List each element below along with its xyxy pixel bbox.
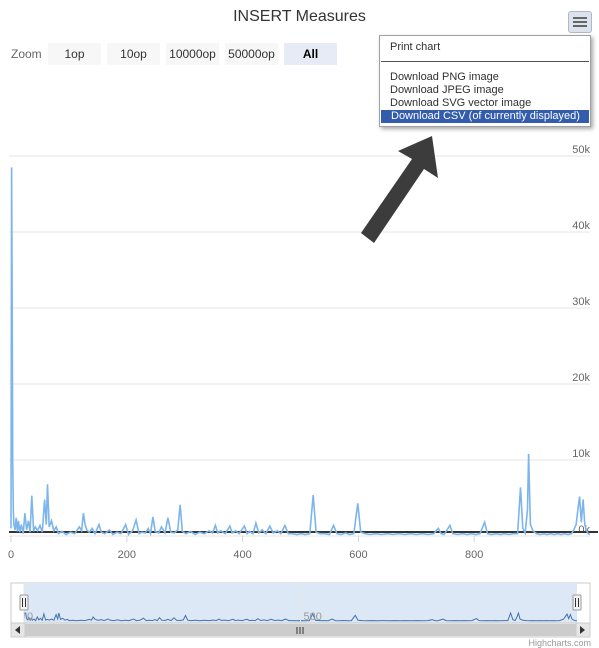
navigator-handle-right[interactable] [572,594,582,611]
series-line [10,167,591,537]
hamburger-menu-icon [573,17,587,27]
arrow-pointer-icon [361,136,438,243]
y-tick-label: 40k [572,220,590,232]
export-menu: Print chart Download PNG image Download … [379,35,591,127]
grid-lines [9,155,590,537]
y-tick-label: 10k [572,448,590,460]
navigator-handle-left[interactable] [19,594,29,611]
navigator-tick-label: 500 [304,611,322,623]
menu-separator [381,61,589,62]
x-tick-label: 600 [349,549,367,561]
y-tick-label: 20k [572,372,590,384]
menu-item-download-csv[interactable]: Download CSV (of currently displayed) [381,110,589,123]
export-menu-button[interactable] [568,11,592,33]
navigator-tick-label: 0 [27,611,33,623]
menu-item-download-svg[interactable]: Download SVG vector image [380,97,590,110]
credits-link[interactable]: Highcharts.com [528,638,591,648]
x-tick-label: 400 [233,549,251,561]
navigator: 0 500 [10,582,591,638]
y-tick-label: 50k [572,144,590,156]
x-tick-label: 0 [8,549,14,561]
x-tick-label: 200 [118,549,136,561]
y-axis: 0k10k20k30k40k50k [572,144,590,536]
menu-item-download-jpeg[interactable]: Download JPEG image [380,84,590,97]
menu-item-download-png[interactable]: Download PNG image [380,71,590,84]
menu-item-print-chart[interactable]: Print chart [380,41,590,54]
y-tick-label: 30k [572,296,590,308]
x-tick-label: 800 [465,549,483,561]
